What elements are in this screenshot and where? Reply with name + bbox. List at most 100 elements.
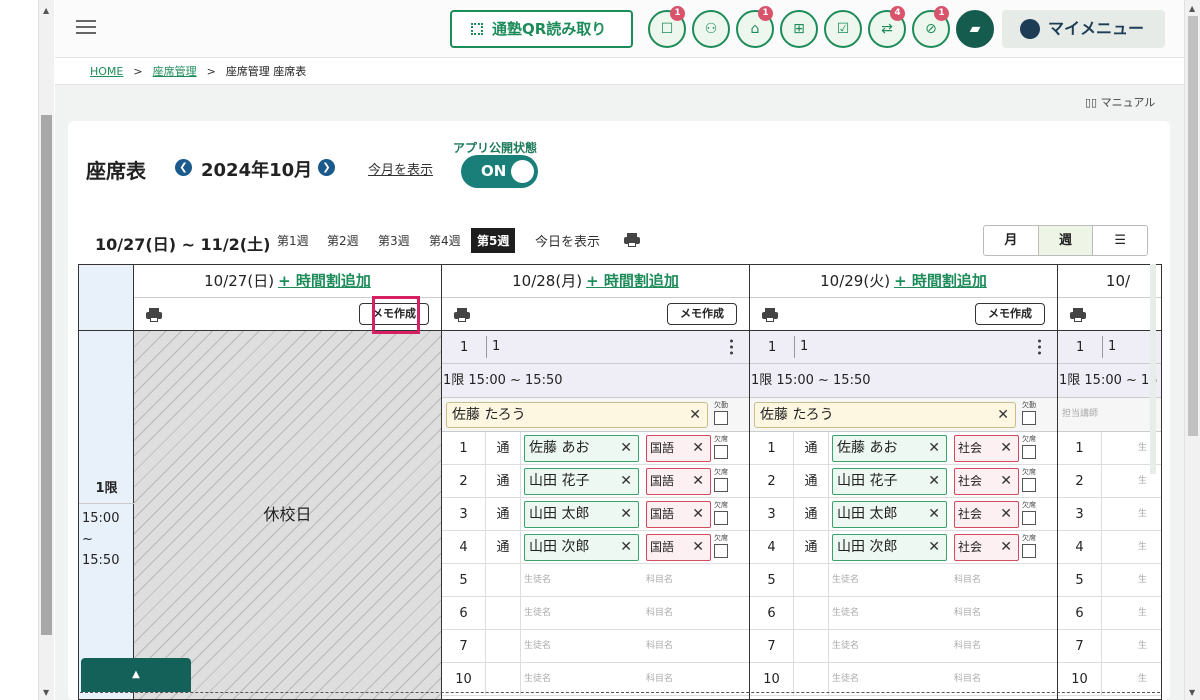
remove-icon[interactable]: ✕ (692, 469, 704, 494)
teacher-chip[interactable]: 佐藤 たろう ✕ (754, 402, 1016, 428)
page-scrollbar-thumb[interactable] (1188, 16, 1198, 436)
subject-chip[interactable]: 国語 ✕ (646, 468, 711, 495)
scroll-down-arrow-icon[interactable]: ▼ (43, 688, 49, 697)
scroll-to-top-button[interactable]: ▲ (81, 658, 191, 692)
student-placeholder[interactable]: 生徒名 (524, 597, 551, 630)
student-placeholder[interactable]: 生徒名 (832, 630, 859, 663)
more-menu-icon[interactable] (1038, 338, 1041, 356)
checklist-icon[interactable]: ☑ (824, 10, 862, 48)
scroll-up-arrow-icon[interactable]: ▲ (43, 6, 49, 15)
remove-icon[interactable]: ✕ (928, 436, 940, 461)
subject-chip[interactable]: 社会 ✕ (954, 534, 1019, 561)
student-placeholder[interactable]: 生 (1138, 498, 1147, 531)
student-placeholder[interactable]: 生徒名 (832, 597, 859, 630)
student-placeholder[interactable]: 生 (1138, 597, 1147, 630)
chat-icon[interactable]: ▰ (956, 10, 994, 48)
next-month-icon[interactable]: ❯ (318, 159, 335, 176)
remove-icon[interactable]: ✕ (1000, 502, 1012, 527)
subject-chip[interactable]: 国語 ✕ (646, 501, 711, 528)
remove-icon[interactable]: ✕ (928, 535, 940, 560)
left-scrollbar[interactable]: ▲ ▼ (38, 0, 54, 700)
student-placeholder[interactable]: 生徒名 (524, 564, 551, 597)
remove-icon[interactable]: ✕ (620, 436, 632, 461)
student-placeholder[interactable]: 生 (1138, 630, 1147, 663)
remove-icon[interactable]: ✕ (689, 403, 701, 427)
student-chip[interactable]: 山田 次郎 ✕ (832, 534, 947, 561)
gift-icon[interactable]: ⊞ (780, 10, 818, 48)
remove-icon[interactable]: ✕ (1000, 535, 1012, 560)
show-this-month-link[interactable]: 今月を表示 (368, 159, 433, 178)
remove-icon[interactable]: ✕ (620, 535, 632, 560)
week-tab-2[interactable]: 第2週 (327, 232, 359, 249)
student-chip[interactable]: 山田 花子 ✕ (832, 468, 947, 495)
remove-icon[interactable]: ✕ (620, 502, 632, 527)
page-scrollbar[interactable]: ▲ ▼ (1184, 0, 1200, 700)
manual-link[interactable]: ▯▯ マニュアル (1085, 94, 1155, 110)
my-menu-button[interactable]: マイメニュー (1002, 10, 1165, 48)
student-placeholder[interactable]: 生 (1138, 465, 1147, 498)
absent-checkbox[interactable] (1022, 445, 1036, 459)
student-chip[interactable]: 山田 太郎 ✕ (832, 501, 947, 528)
scroll-down-arrow-icon[interactable]: ▼ (1189, 688, 1195, 697)
remove-icon[interactable]: ✕ (928, 502, 940, 527)
more-menu-icon[interactable] (730, 338, 733, 356)
left-scrollbar-thumb[interactable] (41, 115, 52, 635)
student-chip[interactable]: 山田 花子 ✕ (524, 468, 639, 495)
absent-checkbox[interactable] (714, 511, 728, 525)
remove-icon[interactable]: ✕ (928, 469, 940, 494)
subject-chip[interactable]: 社会 ✕ (954, 468, 1019, 495)
student-placeholder[interactable]: 生 (1138, 564, 1147, 597)
week-tab-3[interactable]: 第3週 (378, 232, 410, 249)
subject-placeholder[interactable]: 科目名 (646, 564, 673, 597)
qr-read-button[interactable]: 通塾QR読み取り (450, 10, 633, 48)
week-view-button[interactable]: 週 (1038, 226, 1094, 255)
subject-placeholder[interactable]: 科目名 (646, 597, 673, 630)
print-icon[interactable] (1070, 308, 1086, 322)
absent-checkbox[interactable] (1022, 544, 1036, 558)
week-tab-1[interactable]: 第1週 (277, 232, 309, 249)
print-icon[interactable] (624, 233, 640, 247)
remove-icon[interactable]: ✕ (692, 502, 704, 527)
student-chip[interactable]: 佐藤 あお ✕ (524, 435, 639, 462)
month-view-button[interactable]: 月 (984, 226, 1039, 255)
student-placeholder[interactable]: 生 (1138, 531, 1147, 564)
memo-create-button[interactable]: メモ作成 (975, 303, 1045, 325)
student-placeholder[interactable]: 生 (1138, 432, 1147, 465)
absent-checkbox[interactable] (1022, 411, 1036, 425)
absent-checkbox[interactable] (1022, 511, 1036, 525)
breadcrumb-home-link[interactable]: HOME (90, 65, 123, 78)
student-placeholder[interactable]: 生徒名 (832, 564, 859, 597)
subject-placeholder[interactable]: 科目名 (954, 630, 981, 663)
school-icon[interactable]: ⌂ 1 (736, 6, 774, 48)
subject-placeholder[interactable]: 科目名 (954, 597, 981, 630)
week-tab-4[interactable]: 第4週 (429, 232, 461, 249)
table-scrollbar[interactable] (1150, 264, 1156, 474)
students-icon[interactable]: ⚇ (692, 10, 730, 48)
teacher-chip[interactable]: 佐藤 たろう ✕ (446, 402, 708, 428)
alarm-off-icon[interactable]: ⊘ 1 (912, 6, 950, 48)
print-icon[interactable] (762, 308, 778, 322)
list-view-button[interactable]: ☰ (1093, 226, 1147, 255)
subject-chip[interactable]: 国語 ✕ (646, 534, 711, 561)
absent-checkbox[interactable] (1022, 478, 1036, 492)
app-publish-toggle[interactable]: ON (461, 155, 538, 188)
prev-month-icon[interactable]: ❮ (175, 159, 192, 176)
hamburger-menu-icon[interactable] (76, 20, 96, 36)
subject-chip[interactable]: 国語 ✕ (646, 435, 711, 462)
add-timetable-link[interactable]: + 時間割追加 (278, 272, 371, 290)
message-icon[interactable]: ☐ 1 (648, 6, 686, 48)
scroll-up-arrow-icon[interactable]: ▲ (1189, 4, 1195, 13)
add-timetable-link[interactable]: + 時間割追加 (586, 272, 679, 290)
memo-create-button[interactable]: メモ作成 (667, 303, 737, 325)
student-chip[interactable]: 山田 太郎 ✕ (524, 501, 639, 528)
print-icon[interactable] (146, 308, 162, 322)
subject-chip[interactable]: 社会 ✕ (954, 435, 1019, 462)
absent-checkbox[interactable] (714, 478, 728, 492)
subject-placeholder[interactable]: 科目名 (954, 564, 981, 597)
add-timetable-link[interactable]: + 時間割追加 (894, 272, 987, 290)
remove-icon[interactable]: ✕ (1000, 436, 1012, 461)
remove-icon[interactable]: ✕ (1000, 469, 1012, 494)
student-chip[interactable]: 山田 次郎 ✕ (524, 534, 639, 561)
absent-checkbox[interactable] (714, 445, 728, 459)
remove-icon[interactable]: ✕ (692, 535, 704, 560)
